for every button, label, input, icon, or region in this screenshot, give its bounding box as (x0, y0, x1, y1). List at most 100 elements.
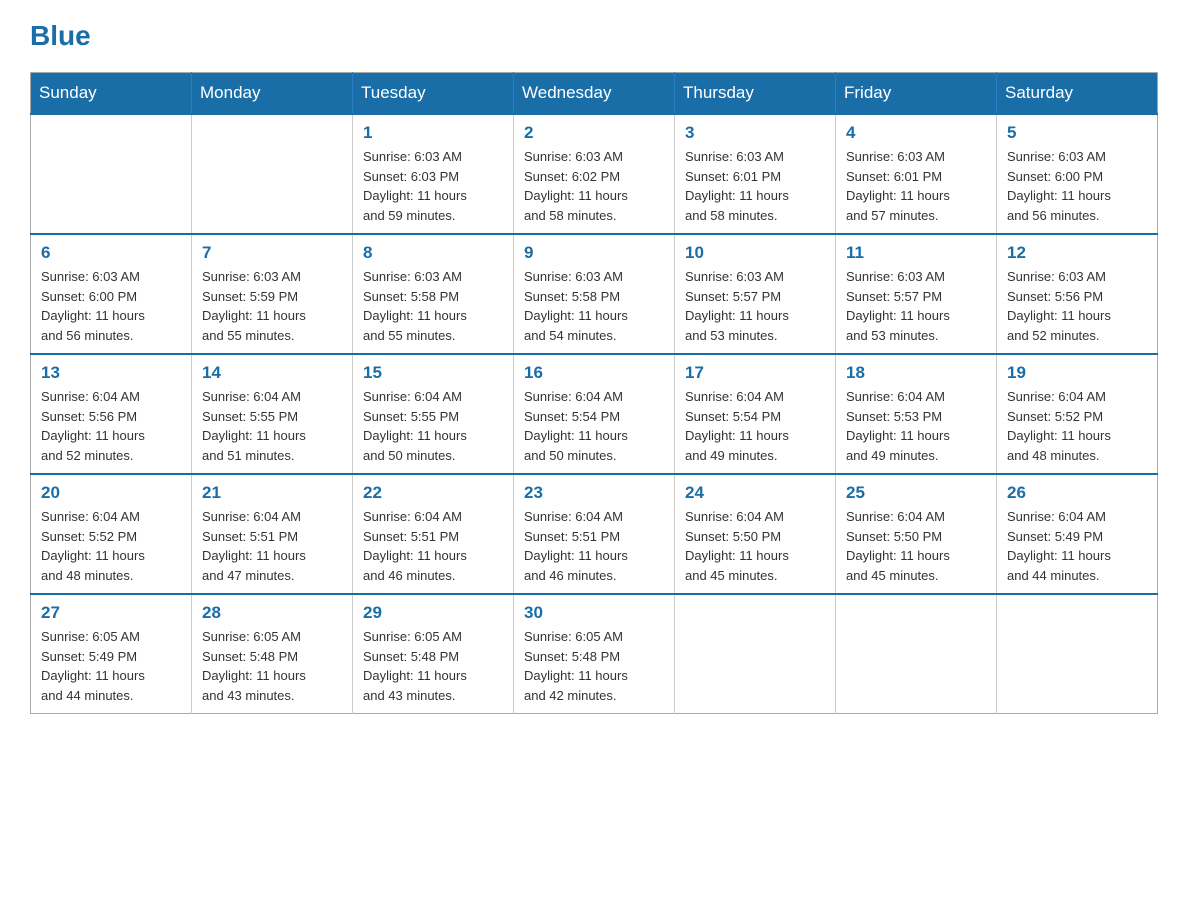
day-info: Sunrise: 6:03 AMSunset: 6:00 PMDaylight:… (41, 267, 181, 345)
day-cell: 27 Sunrise: 6:05 AMSunset: 5:49 PMDayligh… (31, 594, 192, 714)
day-cell (997, 594, 1158, 714)
day-info: Sunrise: 6:03 AMSunset: 6:02 PMDaylight:… (524, 147, 664, 225)
day-number: 16 (524, 363, 664, 383)
day-cell: 30Sunrise: 6:05 AMSunset: 5:48 PMDayligh… (514, 594, 675, 714)
day-number: 29 (363, 603, 503, 623)
day-number: 9 (524, 243, 664, 263)
day-info: Sunrise: 6:05 AMSunset: 5:48 PMDaylight:… (202, 627, 342, 705)
day-cell: 15 Sunrise: 6:04 AMSunset: 5:55 PMDayligh… (353, 354, 514, 474)
day-cell: 20 Sunrise: 6:04 AMSunset: 5:52 PMDayligh… (31, 474, 192, 594)
day-info: Sunrise: 6:03 AMSunset: 5:58 PMDaylight:… (524, 267, 664, 345)
day-number: 13 (41, 363, 181, 383)
day-cell: 24 Sunrise: 6:04 AMSunset: 5:50 PMDayligh… (675, 474, 836, 594)
day-number: 21 (202, 483, 342, 503)
header-cell-friday: Friday (836, 73, 997, 115)
day-cell: 23Sunrise: 6:04 AMSunset: 5:51 PMDayligh… (514, 474, 675, 594)
day-info: Sunrise: 6:04 AMSunset: 5:50 PMDaylight:… (846, 507, 986, 585)
day-number: 1 (363, 123, 503, 143)
day-cell: 12Sunrise: 6:03 AMSunset: 5:56 PMDayligh… (997, 234, 1158, 354)
day-info: Sunrise: 6:03 AMSunset: 5:58 PMDaylight:… (363, 267, 503, 345)
day-number: 26 (1007, 483, 1147, 503)
day-number: 17 (685, 363, 825, 383)
day-cell: 28 Sunrise: 6:05 AMSunset: 5:48 PMDayligh… (192, 594, 353, 714)
day-number: 4 (846, 123, 986, 143)
day-number: 5 (1007, 123, 1147, 143)
day-info: Sunrise: 6:04 AMSunset: 5:54 PMDaylight:… (685, 387, 825, 465)
day-cell: 25 Sunrise: 6:04 AMSunset: 5:50 PMDayligh… (836, 474, 997, 594)
day-number: 24 (685, 483, 825, 503)
day-number: 6 (41, 243, 181, 263)
day-info: Sunrise: 6:04 AMSunset: 5:56 PMDaylight:… (41, 387, 181, 465)
week-row-1: 1Sunrise: 6:03 AMSunset: 6:03 PMDaylight… (31, 114, 1158, 234)
day-number: 25 (846, 483, 986, 503)
day-info: Sunrise: 6:04 AMSunset: 5:55 PMDaylight:… (363, 387, 503, 465)
day-cell (836, 594, 997, 714)
day-info: Sunrise: 6:04 AMSunset: 5:55 PMDaylight:… (202, 387, 342, 465)
day-number: 10 (685, 243, 825, 263)
day-number: 28 (202, 603, 342, 623)
day-cell (675, 594, 836, 714)
day-number: 19 (1007, 363, 1147, 383)
day-cell: 19Sunrise: 6:04 AMSunset: 5:52 PMDayligh… (997, 354, 1158, 474)
day-cell: 26 Sunrise: 6:04 AMSunset: 5:49 PMDayligh… (997, 474, 1158, 594)
header-cell-thursday: Thursday (675, 73, 836, 115)
day-cell: 10 Sunrise: 6:03 AMSunset: 5:57 PMDayligh… (675, 234, 836, 354)
calendar-table: SundayMondayTuesdayWednesdayThursdayFrid… (30, 72, 1158, 714)
logo: Blue (30, 20, 91, 52)
day-number: 30 (524, 603, 664, 623)
day-info: Sunrise: 6:04 AMSunset: 5:52 PMDaylight:… (41, 507, 181, 585)
day-cell: 16 Sunrise: 6:04 AMSunset: 5:54 PMDayligh… (514, 354, 675, 474)
day-info: Sunrise: 6:04 AMSunset: 5:51 PMDaylight:… (363, 507, 503, 585)
logo-blue-text: Blue (30, 20, 91, 52)
day-number: 11 (846, 243, 986, 263)
day-cell: 1Sunrise: 6:03 AMSunset: 6:03 PMDaylight… (353, 114, 514, 234)
day-info: Sunrise: 6:03 AMSunset: 5:57 PMDaylight:… (685, 267, 825, 345)
day-cell: 18Sunrise: 6:04 AMSunset: 5:53 PMDayligh… (836, 354, 997, 474)
day-cell: 21 Sunrise: 6:04 AMSunset: 5:51 PMDayligh… (192, 474, 353, 594)
day-info: Sunrise: 6:04 AMSunset: 5:50 PMDaylight:… (685, 507, 825, 585)
day-info: Sunrise: 6:03 AMSunset: 6:01 PMDaylight:… (846, 147, 986, 225)
day-cell: 6 Sunrise: 6:03 AMSunset: 6:00 PMDaylight… (31, 234, 192, 354)
day-number: 15 (363, 363, 503, 383)
page-header: Blue (30, 20, 1158, 52)
day-cell: 8 Sunrise: 6:03 AMSunset: 5:58 PMDaylight… (353, 234, 514, 354)
day-number: 14 (202, 363, 342, 383)
day-cell: 3 Sunrise: 6:03 AMSunset: 6:01 PMDaylight… (675, 114, 836, 234)
day-number: 18 (846, 363, 986, 383)
day-cell: 22 Sunrise: 6:04 AMSunset: 5:51 PMDayligh… (353, 474, 514, 594)
day-cell: 2 Sunrise: 6:03 AMSunset: 6:02 PMDaylight… (514, 114, 675, 234)
calendar-body: 1Sunrise: 6:03 AMSunset: 6:03 PMDaylight… (31, 114, 1158, 714)
day-cell: 7Sunrise: 6:03 AMSunset: 5:59 PMDaylight… (192, 234, 353, 354)
calendar-header: SundayMondayTuesdayWednesdayThursdayFrid… (31, 73, 1158, 115)
day-cell: 5 Sunrise: 6:03 AMSunset: 6:00 PMDaylight… (997, 114, 1158, 234)
day-info: Sunrise: 6:05 AMSunset: 5:48 PMDaylight:… (363, 627, 503, 705)
day-info: Sunrise: 6:03 AMSunset: 6:01 PMDaylight:… (685, 147, 825, 225)
day-number: 8 (363, 243, 503, 263)
day-info: Sunrise: 6:05 AMSunset: 5:49 PMDaylight:… (41, 627, 181, 705)
day-info: Sunrise: 6:03 AMSunset: 6:00 PMDaylight:… (1007, 147, 1147, 225)
week-row-5: 27 Sunrise: 6:05 AMSunset: 5:49 PMDayligh… (31, 594, 1158, 714)
day-cell: 29 Sunrise: 6:05 AMSunset: 5:48 PMDayligh… (353, 594, 514, 714)
header-cell-saturday: Saturday (997, 73, 1158, 115)
day-cell: 13 Sunrise: 6:04 AMSunset: 5:56 PMDayligh… (31, 354, 192, 474)
day-info: Sunrise: 6:04 AMSunset: 5:49 PMDaylight:… (1007, 507, 1147, 585)
week-row-3: 13 Sunrise: 6:04 AMSunset: 5:56 PMDayligh… (31, 354, 1158, 474)
day-cell: 14 Sunrise: 6:04 AMSunset: 5:55 PMDayligh… (192, 354, 353, 474)
header-cell-sunday: Sunday (31, 73, 192, 115)
header-cell-wednesday: Wednesday (514, 73, 675, 115)
day-cell: 11 Sunrise: 6:03 AMSunset: 5:57 PMDayligh… (836, 234, 997, 354)
day-number: 2 (524, 123, 664, 143)
day-cell: 17 Sunrise: 6:04 AMSunset: 5:54 PMDayligh… (675, 354, 836, 474)
day-number: 3 (685, 123, 825, 143)
day-info: Sunrise: 6:03 AMSunset: 5:57 PMDaylight:… (846, 267, 986, 345)
day-number: 20 (41, 483, 181, 503)
day-number: 22 (363, 483, 503, 503)
header-cell-tuesday: Tuesday (353, 73, 514, 115)
day-info: Sunrise: 6:03 AMSunset: 5:59 PMDaylight:… (202, 267, 342, 345)
header-row: SundayMondayTuesdayWednesdayThursdayFrid… (31, 73, 1158, 115)
day-number: 27 (41, 603, 181, 623)
day-info: Sunrise: 6:04 AMSunset: 5:51 PMDaylight:… (202, 507, 342, 585)
day-cell (192, 114, 353, 234)
day-info: Sunrise: 6:04 AMSunset: 5:54 PMDaylight:… (524, 387, 664, 465)
day-info: Sunrise: 6:03 AMSunset: 5:56 PMDaylight:… (1007, 267, 1147, 345)
